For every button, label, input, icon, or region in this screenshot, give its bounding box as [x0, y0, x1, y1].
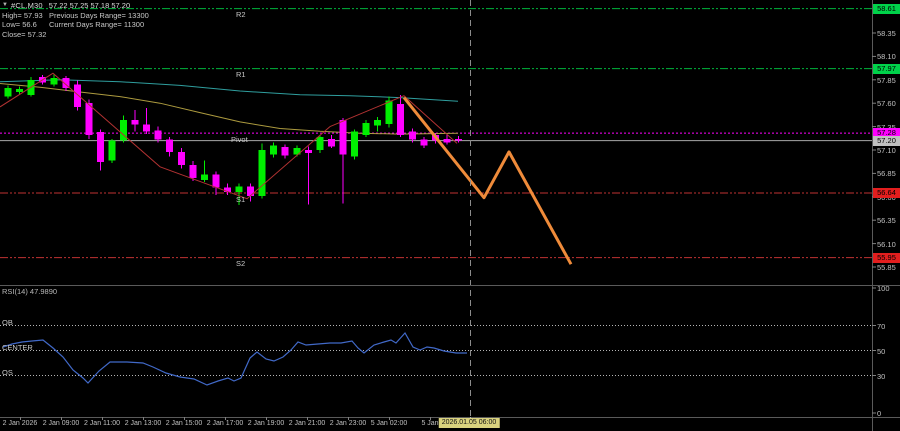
rsi-tick-label: 100 — [877, 284, 890, 293]
level-label-s2: S2 — [236, 259, 246, 269]
low-readout: Low= 56.6 — [2, 20, 37, 29]
time-axis-label: 5 Jan — [421, 420, 439, 427]
price-tick-label: 57.60 — [877, 99, 896, 109]
time-axis-label: 5 Jan 02:00 — [370, 420, 408, 427]
price-badge-support: 56.64 — [873, 188, 900, 199]
price-tick-label: 58.35 — [877, 29, 896, 38]
time-axis-label: 2 Jan 17:00 — [206, 420, 244, 427]
trading-chart-window: ▼ #CL,M30 57.22 57.25 57.18 57.20 High= 57… — [0, 0, 900, 431]
rsi-indicator-title: RSI(14) 47.9890 — [2, 287, 58, 296]
rsi-level-label-center: CENTER — [2, 342, 33, 352]
price-badge-resistance: 58.61 — [873, 3, 900, 14]
symbol-title-row: ▼ #CL,M30 57.22 57.25 57.18 57.20 — [2, 1, 149, 11]
time-axis-label: 2 Jan 19:00 — [247, 420, 285, 427]
price-tick-label: 57.10 — [877, 146, 896, 155]
time-axis-label: 2 Jan 2026 — [2, 420, 38, 427]
level-label-s1: S1 — [236, 194, 246, 204]
price-tick-label: 56.10 — [877, 239, 896, 249]
price-tick-label: 56.85 — [877, 169, 896, 179]
rsi-line — [2, 331, 467, 386]
price-tick-label: 57.85 — [877, 75, 896, 85]
zigzag-line — [0, 72, 458, 200]
ohlc-readout: 57.22 57.25 57.18 57.20 — [48, 1, 131, 10]
forecast-line — [402, 96, 573, 265]
rsi-level-label-ob: OB — [2, 317, 13, 327]
price-badge-current: 57.20 — [873, 135, 900, 146]
time-axis-label: 2 Jan 21:00 — [288, 420, 326, 427]
time-axis-label: 2 Jan 11:00 — [83, 420, 121, 427]
high-readout: High= 57.93 — [2, 10, 43, 20]
rsi-tick-label: 50 — [877, 346, 886, 356]
chart-canvas[interactable] — [0, 0, 900, 431]
time-axis-label: 2 Jan 13:00 — [124, 420, 162, 427]
level-label-r2: R2 — [236, 10, 246, 20]
level-label-r1: R1 — [236, 70, 246, 80]
price-badge-resistance: 57.97 — [873, 63, 900, 74]
price-tick-label: 56.35 — [877, 216, 896, 226]
close-readout: Close= 57.32 — [2, 29, 47, 39]
price-badge-support: 55.95 — [873, 252, 900, 263]
curr-range-readout: Current Days Range= 11300 — [49, 20, 145, 29]
symbol-dropdown-icon[interactable]: ▼ — [2, 1, 8, 11]
rsi-level-label-os: OS — [2, 367, 13, 377]
time-axis-label: 2 Jan 09:00 — [42, 420, 80, 427]
time-axis-label: 2 Jan 15:00 — [165, 420, 203, 427]
rsi-tick-label: 30 — [877, 371, 886, 381]
rsi-tick-label: 70 — [877, 321, 886, 331]
symbol-period-label: #CL,M30 — [10, 1, 43, 10]
level-label-pivot: Pivot — [231, 134, 248, 144]
crosshair-time-badge: 2026.01.05 06:00 — [438, 418, 500, 428]
rsi-tick-label: 0 — [877, 409, 882, 418]
prev-range-readout: Previous Days Range= 13300 — [49, 10, 149, 20]
info-row-close: Close= 57.32 — [2, 30, 149, 40]
info-row-high: High= 57.93 Previous Days Range= 13300 — [2, 11, 149, 21]
info-row-low: Low= 56.6 Current Days Range= 11300 — [2, 20, 149, 30]
price-tick-label: 55.85 — [877, 263, 896, 272]
symbol-info-panel: ▼ #CL,M30 57.22 57.25 57.18 57.20 High= 57… — [2, 1, 149, 39]
time-axis-label: 2 Jan 23:00 — [329, 420, 367, 427]
price-tick-label: 58.10 — [877, 52, 896, 62]
